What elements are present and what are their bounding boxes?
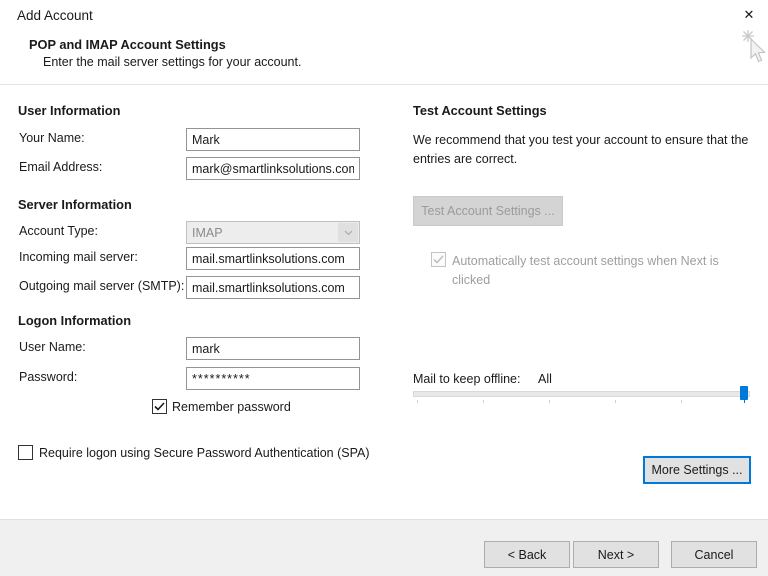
more-settings-button[interactable]: More Settings ... <box>643 456 751 484</box>
checkmark-icon <box>154 402 165 411</box>
outgoing-mail-server-input[interactable] <box>186 276 360 299</box>
header-divider <box>0 84 768 85</box>
offline-slider-track[interactable] <box>413 391 750 397</box>
next-button[interactable]: Next > <box>573 541 659 568</box>
user-name-label: User Name: <box>19 340 86 354</box>
test-account-settings-button-label: Test Account Settings ... <box>421 204 554 218</box>
account-type-value: IMAP <box>192 226 223 240</box>
auto-test-checkbox <box>431 252 446 267</box>
cancel-button[interactable]: Cancel <box>671 541 757 568</box>
account-type-select: IMAP <box>186 221 360 244</box>
email-address-label: Email Address: <box>19 160 102 174</box>
auto-test-label: Automatically test account settings when… <box>452 252 752 290</box>
email-address-input[interactable] <box>186 157 360 180</box>
test-settings-description: We recommend that you test your account … <box>413 131 763 169</box>
mail-to-keep-offline-value: All <box>538 372 552 386</box>
password-label: Password: <box>19 370 77 384</box>
close-button[interactable]: ✕ <box>736 3 762 27</box>
slider-tick <box>615 400 616 403</box>
window-title: Add Account <box>17 8 93 23</box>
account-type-label: Account Type: <box>19 224 98 238</box>
your-name-label: Your Name: <box>19 131 85 145</box>
close-icon: ✕ <box>744 7 755 23</box>
mail-to-keep-offline-label: Mail to keep offline: <box>413 372 520 386</box>
password-input[interactable] <box>186 367 360 390</box>
section-heading-user-information: User Information <box>18 103 120 118</box>
cancel-button-label: Cancel <box>695 548 734 562</box>
page-title: POP and IMAP Account Settings <box>29 37 226 52</box>
slider-tick <box>549 400 550 403</box>
section-heading-logon-information: Logon Information <box>18 313 131 328</box>
user-name-input[interactable] <box>186 337 360 360</box>
slider-tick-current <box>744 400 745 403</box>
your-name-input[interactable] <box>186 128 360 151</box>
slider-tick <box>417 400 418 403</box>
slider-tick <box>483 400 484 403</box>
slider-tick <box>681 400 682 403</box>
incoming-mail-server-label: Incoming mail server: <box>19 250 138 264</box>
back-button[interactable]: < Back <box>484 541 570 568</box>
add-account-dialog: Add Account ✕ POP and IMAP Account Setti… <box>0 0 768 576</box>
back-button-label: < Back <box>508 548 547 562</box>
spa-checkbox[interactable] <box>18 445 33 460</box>
next-button-label: Next > <box>598 548 634 562</box>
offline-slider-thumb[interactable] <box>740 386 748 400</box>
remember-password-checkbox[interactable] <box>152 399 167 414</box>
section-heading-server-information: Server Information <box>18 197 132 212</box>
checkmark-icon <box>433 255 444 264</box>
mouse-cursor-sparkle-icon <box>740 28 768 66</box>
remember-password-label: Remember password <box>172 400 291 414</box>
outgoing-mail-server-label: Outgoing mail server (SMTP): <box>19 279 184 293</box>
spa-label: Require logon using Secure Password Auth… <box>39 446 370 460</box>
section-heading-test-account-settings: Test Account Settings <box>413 103 547 118</box>
more-settings-button-label: More Settings ... <box>651 463 742 477</box>
test-account-settings-button: Test Account Settings ... <box>413 196 563 226</box>
page-subtitle: Enter the mail server settings for your … <box>43 55 301 69</box>
chevron-down-icon <box>338 223 358 242</box>
incoming-mail-server-input[interactable] <box>186 247 360 270</box>
